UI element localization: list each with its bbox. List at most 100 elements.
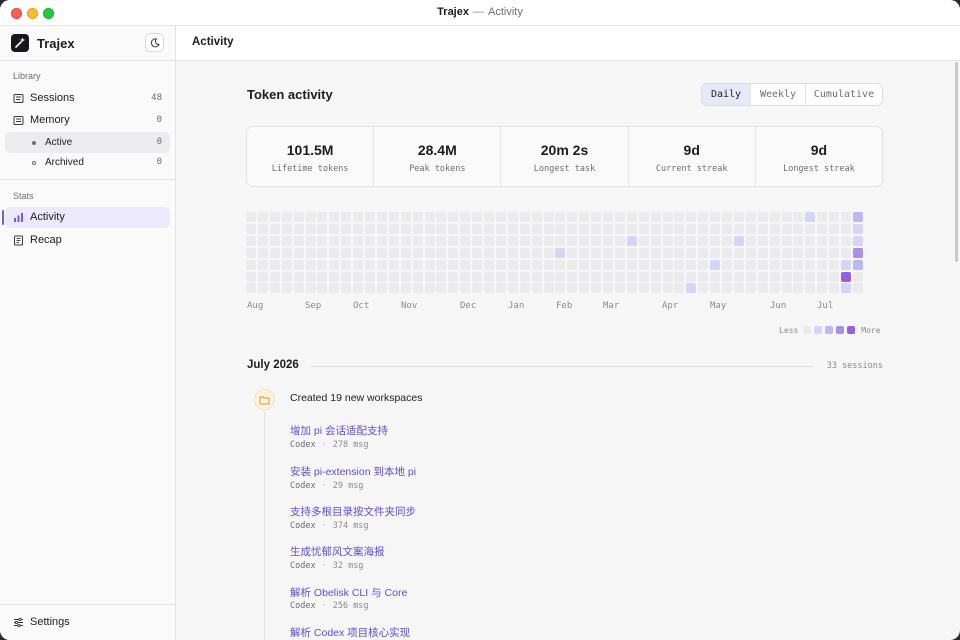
heatmap-cell[interactable]	[686, 260, 696, 270]
heatmap-cell[interactable]	[520, 260, 530, 270]
heatmap-cell[interactable]	[377, 224, 387, 234]
heatmap-cell[interactable]	[710, 260, 720, 270]
heatmap-cell[interactable]	[722, 224, 732, 234]
heatmap-cell[interactable]	[698, 260, 708, 270]
heatmap-cell[interactable]	[674, 260, 684, 270]
heatmap-cell[interactable]	[282, 260, 292, 270]
heatmap-cell[interactable]	[436, 212, 446, 222]
heatmap-cell[interactable]	[817, 224, 827, 234]
heatmap-cell[interactable]	[448, 212, 458, 222]
heatmap-cell[interactable]	[496, 236, 506, 246]
heatmap-cell[interactable]	[746, 272, 756, 282]
heatmap-cell[interactable]	[603, 212, 613, 222]
heatmap-cell[interactable]	[793, 248, 803, 258]
heatmap-cell[interactable]	[317, 248, 327, 258]
heatmap-cell[interactable]	[686, 248, 696, 258]
heatmap-cell[interactable]	[722, 212, 732, 222]
heatmap-cell[interactable]	[627, 212, 637, 222]
heatmap-cell[interactable]	[532, 260, 542, 270]
heatmap-cell[interactable]	[734, 283, 744, 293]
heatmap-cell[interactable]	[377, 283, 387, 293]
heatmap-cell[interactable]	[734, 248, 744, 258]
heatmap-cell[interactable]	[353, 248, 363, 258]
heatmap-cell[interactable]	[436, 248, 446, 258]
heatmap-cell[interactable]	[722, 272, 732, 282]
heatmap-cell[interactable]	[663, 248, 673, 258]
heatmap-cell[interactable]	[472, 248, 482, 258]
heatmap-cell[interactable]	[508, 260, 518, 270]
heatmap-cell[interactable]	[793, 283, 803, 293]
heatmap-cell[interactable]	[270, 260, 280, 270]
heatmap-cell[interactable]	[532, 248, 542, 258]
heatmap-cell[interactable]	[532, 212, 542, 222]
heatmap-cell[interactable]	[853, 224, 863, 234]
tab-cumulative[interactable]: Cumulative	[806, 84, 882, 105]
heatmap-cell[interactable]	[817, 212, 827, 222]
heatmap-cell[interactable]	[353, 260, 363, 270]
heatmap-cell[interactable]	[639, 236, 649, 246]
heatmap-cell[interactable]	[674, 236, 684, 246]
heatmap-cell[interactable]	[734, 272, 744, 282]
heatmap-cell[interactable]	[496, 283, 506, 293]
heatmap-cell[interactable]	[770, 260, 780, 270]
heatmap-cell[interactable]	[722, 283, 732, 293]
sidebar-item-recap[interactable]: Recap	[5, 230, 170, 251]
heatmap-cell[interactable]	[651, 236, 661, 246]
heatmap-cell[interactable]	[544, 283, 554, 293]
heatmap-cell[interactable]	[603, 260, 613, 270]
heatmap-cell[interactable]	[460, 260, 470, 270]
heatmap-cell[interactable]	[782, 272, 792, 282]
heatmap-cell[interactable]	[579, 283, 589, 293]
heatmap-cell[interactable]	[805, 212, 815, 222]
heatmap-cell[interactable]	[627, 236, 637, 246]
heatmap-cell[interactable]	[853, 260, 863, 270]
heatmap-cell[interactable]	[294, 236, 304, 246]
heatmap-cell[interactable]	[758, 283, 768, 293]
heatmap-cell[interactable]	[282, 272, 292, 282]
heatmap-cell[interactable]	[555, 283, 565, 293]
heatmap-cell[interactable]	[329, 272, 339, 282]
heatmap-cell[interactable]	[639, 272, 649, 282]
heatmap-cell[interactable]	[591, 283, 601, 293]
heatmap-cell[interactable]	[448, 236, 458, 246]
heatmap-cell[interactable]	[472, 212, 482, 222]
heatmap-cell[interactable]	[710, 283, 720, 293]
heatmap-cell[interactable]	[401, 224, 411, 234]
heatmap-cell[interactable]	[770, 248, 780, 258]
heatmap-cell[interactable]	[674, 283, 684, 293]
heatmap-cell[interactable]	[722, 248, 732, 258]
heatmap-cell[interactable]	[829, 236, 839, 246]
heatmap-cell[interactable]	[770, 283, 780, 293]
heatmap-cell[interactable]	[674, 224, 684, 234]
heatmap-cell[interactable]	[651, 224, 661, 234]
heatmap-cell[interactable]	[401, 272, 411, 282]
heatmap-cell[interactable]	[282, 212, 292, 222]
heatmap-cell[interactable]	[317, 260, 327, 270]
heatmap-cell[interactable]	[710, 224, 720, 234]
heatmap-cell[interactable]	[341, 212, 351, 222]
heatmap-cell[interactable]	[413, 212, 423, 222]
heatmap-cell[interactable]	[591, 248, 601, 258]
heatmap-cell[interactable]	[579, 212, 589, 222]
heatmap-cell[interactable]	[282, 236, 292, 246]
heatmap-cell[interactable]	[710, 212, 720, 222]
heatmap-cell[interactable]	[294, 224, 304, 234]
heatmap-cell[interactable]	[532, 236, 542, 246]
heatmap-cell[interactable]	[353, 224, 363, 234]
heatmap-cell[interactable]	[627, 283, 637, 293]
heatmap-cell[interactable]	[520, 248, 530, 258]
heatmap-cell[interactable]	[591, 224, 601, 234]
heatmap-cell[interactable]	[246, 248, 256, 258]
heatmap-cell[interactable]	[436, 272, 446, 282]
sidebar-item-memory[interactable]: Memory 0	[5, 110, 170, 131]
heatmap-cell[interactable]	[401, 283, 411, 293]
heatmap-cell[interactable]	[829, 224, 839, 234]
sidebar-item-activity[interactable]: Activity	[2, 207, 170, 228]
heatmap-cell[interactable]	[627, 224, 637, 234]
heatmap-cell[interactable]	[389, 236, 399, 246]
heatmap-cell[interactable]	[520, 212, 530, 222]
heatmap-cell[interactable]	[698, 272, 708, 282]
heatmap-cell[interactable]	[615, 260, 625, 270]
heatmap-cell[interactable]	[841, 260, 851, 270]
heatmap-cell[interactable]	[615, 212, 625, 222]
